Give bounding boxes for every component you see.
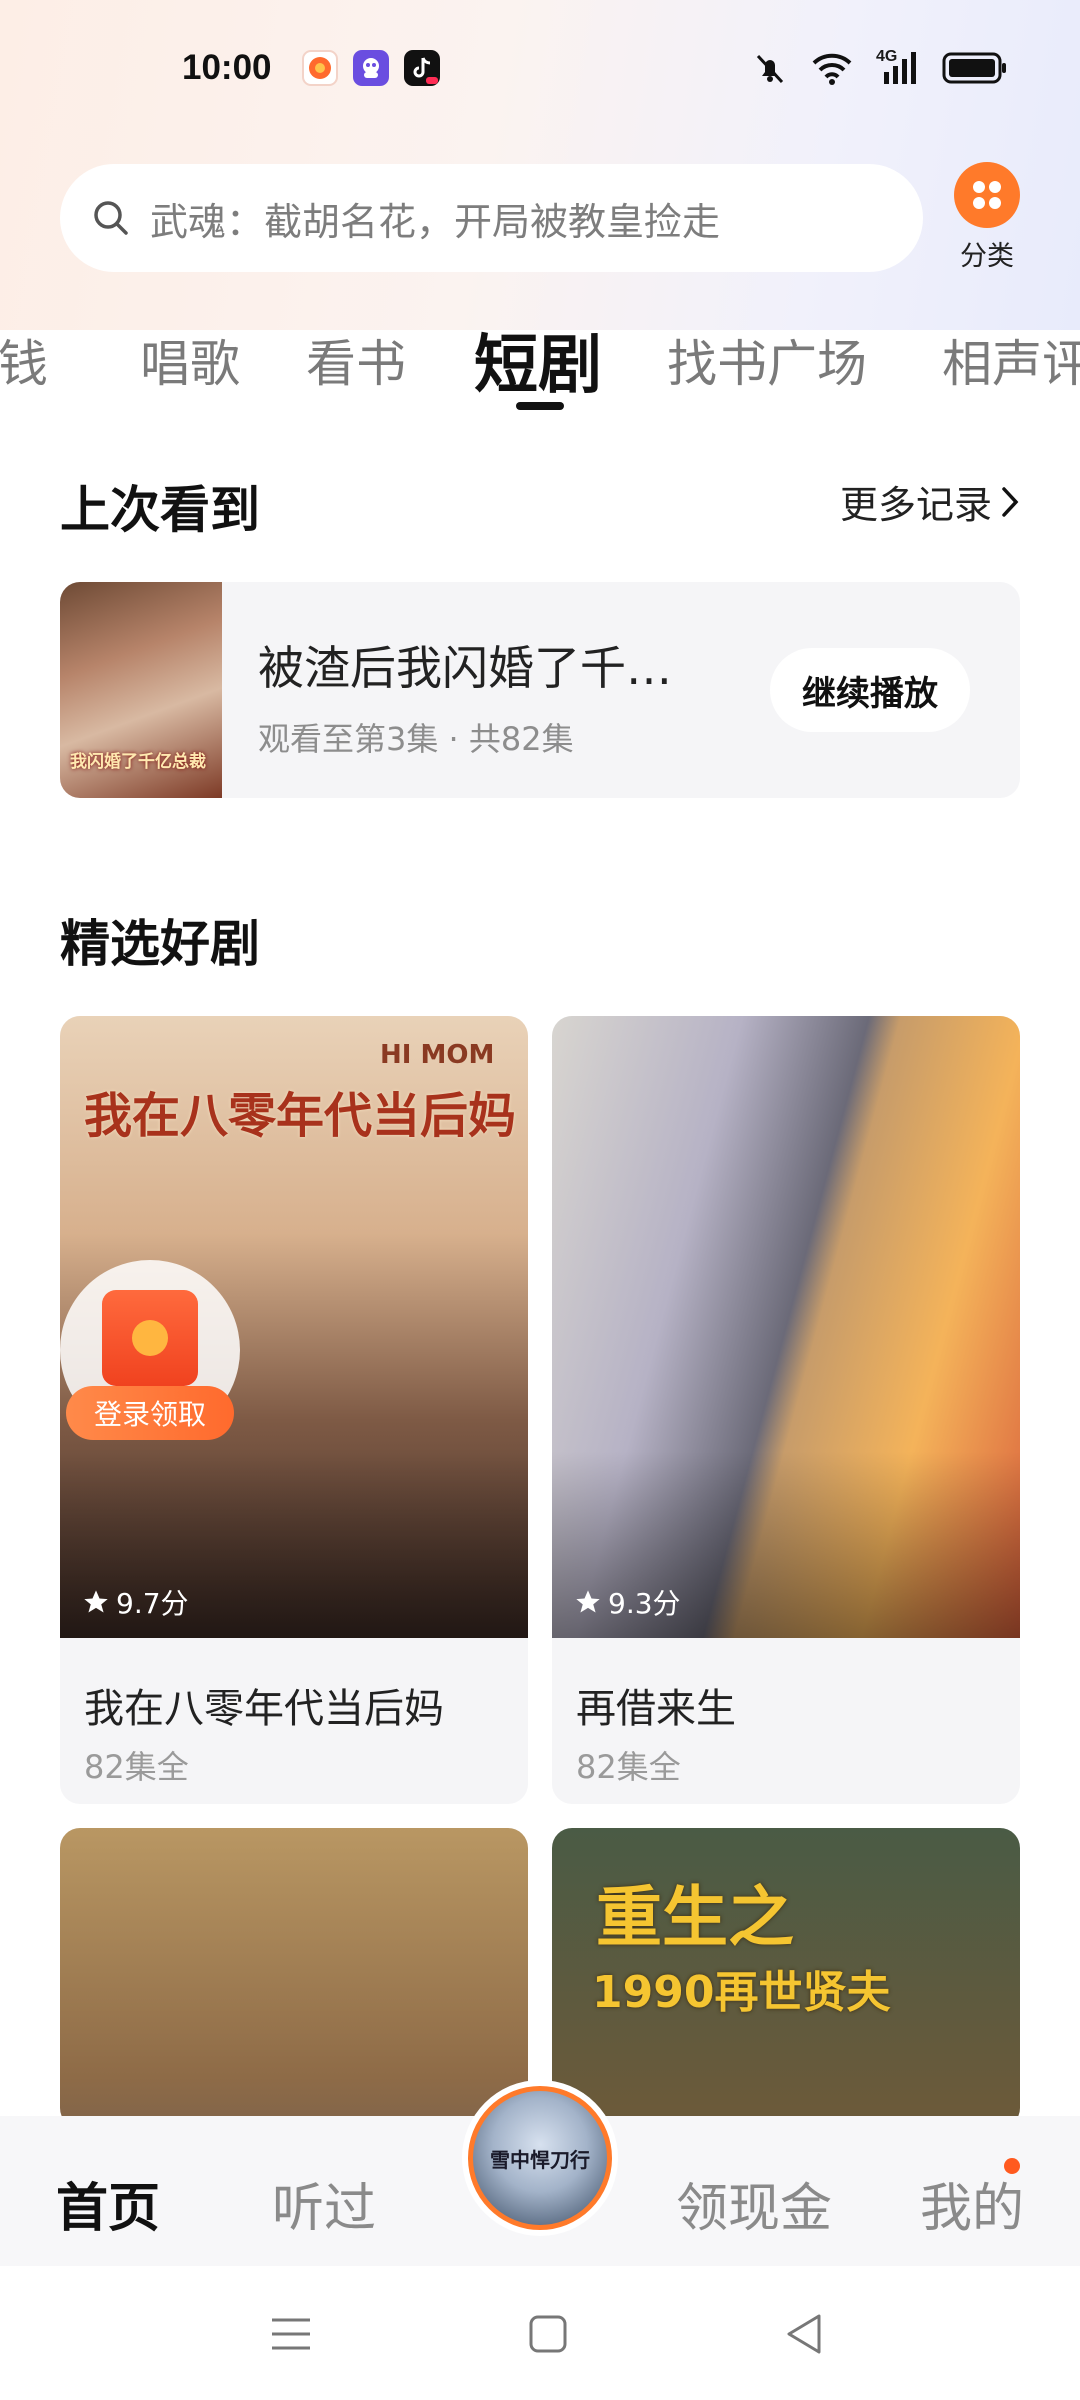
tab-crosstalk[interactable]: 相声评书 — [942, 324, 1080, 396]
more-records-link[interactable]: 更多记录 — [840, 474, 1020, 529]
drama-cover: 9.3分 — [552, 1016, 1020, 1638]
recent-cover-title: 我闪婚了千亿总裁 — [70, 752, 206, 772]
nav-home[interactable]: 首页 — [56, 2166, 160, 2241]
wifi-icon — [812, 53, 852, 85]
search-placeholder: 武魂：截胡名花，开局被教皇捡走 — [150, 199, 721, 244]
battery-icon — [942, 52, 1006, 84]
drama-title: 再借来生 — [576, 1686, 736, 1732]
app-notification-icon — [302, 50, 338, 86]
star-icon — [84, 1590, 108, 1613]
drama-cover-title: 重生之 — [596, 1879, 794, 1956]
now-playing-cover: 雪中悍刀行 — [468, 2086, 612, 2230]
drama-cover: 重生之 1990再世贤夫 — [552, 1828, 1020, 2128]
login-reward-label: 登录领取 — [66, 1386, 234, 1440]
category-icon — [954, 162, 1020, 228]
mute-icon — [756, 54, 784, 84]
now-playing-button[interactable]: 雪中悍刀行 — [462, 2080, 618, 2236]
now-playing-title: 雪中悍刀行 — [490, 2147, 590, 2172]
tab-short-drama[interactable]: 短剧 — [474, 314, 602, 406]
drama-cover-subtitle: 1990再世贤夫 — [592, 1967, 891, 2018]
recent-drama-title: 被渣后我闪婚了千… — [258, 641, 672, 695]
more-records-label: 更多记录 — [839, 483, 992, 527]
drama-rating: 9.3分 — [574, 1582, 681, 1622]
drama-rating: 9.7分 — [82, 1582, 189, 1622]
continue-play-button[interactable]: 继续播放 — [770, 648, 970, 732]
app-notification-icon — [353, 50, 389, 86]
system-icons: 4G — [752, 48, 1008, 88]
drama-rating-value: 9.3分 — [608, 1587, 681, 1620]
status-bar: 10:00 4G — [0, 0, 1080, 120]
system-navigation-bar — [0, 2266, 1080, 2400]
app-root: 10:00 4G 武魂：截胡名花，开局被教皇捡走 分类 钱 唱歌 看书 短剧 找… — [0, 0, 1080, 2400]
nav-mine[interactable]: 我的 — [920, 2166, 1024, 2241]
star-icon — [576, 1590, 600, 1613]
drama-rating-value: 9.7分 — [116, 1587, 189, 1620]
nav-history[interactable]: 听过 — [272, 2166, 376, 2241]
tiktok-icon — [404, 50, 440, 86]
recent-drama-cover: 我闪婚了千亿总裁 — [60, 582, 222, 798]
menu-icon[interactable] — [270, 2314, 312, 2354]
login-reward-button[interactable]: 登录领取 — [60, 1260, 240, 1440]
active-tab-indicator — [516, 402, 564, 410]
drama-card[interactable] — [60, 1828, 528, 2128]
bottom-navigation: 首页 听过 雪中悍刀行 领现金 我的 — [0, 2080, 1080, 2266]
nav-cash[interactable]: 领现金 — [676, 2166, 832, 2241]
home-icon[interactable] — [528, 2314, 568, 2354]
drama-card[interactable]: 重生之 1990再世贤夫 — [552, 1828, 1020, 2128]
category-label: 分类 — [960, 241, 1014, 272]
signal-icon: 4G — [876, 48, 920, 86]
drama-cover-subtitle: HI MOM — [380, 1040, 495, 1070]
red-packet-icon — [102, 1290, 198, 1386]
status-time: 10:00 — [182, 48, 272, 87]
drama-episodes: 82集全 — [84, 1748, 189, 1786]
search-input[interactable]: 武魂：截胡名花，开局被教皇捡走 — [60, 164, 923, 272]
drama-cover — [60, 1828, 528, 2128]
recent-section-title: 上次看到 — [60, 481, 260, 539]
back-icon[interactable] — [784, 2312, 824, 2356]
drama-episodes: 82集全 — [576, 1748, 681, 1786]
drama-title: 我在八零年代当后妈 — [84, 1686, 444, 1732]
search-icon — [94, 201, 128, 235]
drama-card[interactable]: 9.3分 再借来生 82集全 — [552, 1016, 1020, 1804]
chevron-right-icon — [1002, 486, 1019, 517]
notification-dot — [1004, 2158, 1020, 2174]
tab-sing[interactable]: 唱歌 — [140, 324, 240, 396]
tab-earn[interactable]: 赚钱 — [0, 324, 48, 396]
recent-drama-progress: 观看至第3集 · 共82集 — [258, 720, 574, 758]
channel-tabs: 赚钱 唱歌 看书 短剧 找书广场 相声评书 — [0, 310, 1080, 420]
featured-section-title: 精选好剧 — [60, 915, 260, 973]
category-button[interactable]: 分类 — [950, 162, 1024, 272]
tab-read[interactable]: 看书 — [306, 324, 406, 396]
drama-cover-title: 我在八零年代当后妈 — [84, 1088, 517, 1144]
tab-book-square[interactable]: 找书广场 — [667, 324, 867, 396]
recent-drama-card[interactable]: 我闪婚了千亿总裁 被渣后我闪婚了千… 观看至第3集 · 共82集 继续播放 — [60, 582, 1020, 798]
